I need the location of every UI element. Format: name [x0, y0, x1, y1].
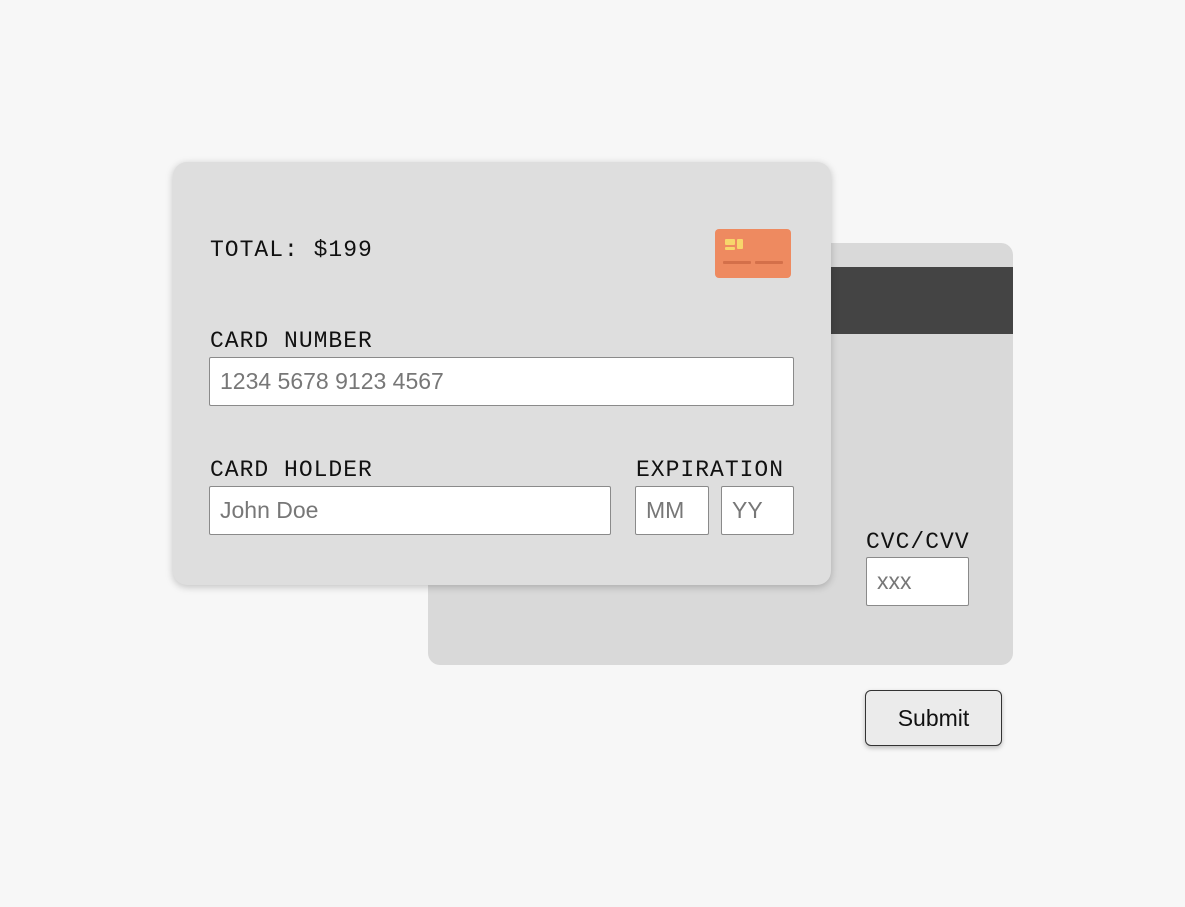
expiration-month-input[interactable]	[635, 486, 709, 535]
expiration-year-input[interactable]	[721, 486, 794, 535]
total-amount: TOTAL: $199	[210, 237, 373, 263]
credit-card-icon	[715, 229, 791, 278]
submit-button[interactable]: Submit	[865, 690, 1002, 746]
expiration-label: EXPIRATION	[636, 457, 785, 483]
card-holder-input[interactable]	[209, 486, 611, 535]
cvc-input[interactable]	[866, 557, 969, 606]
payment-form: CVC/CVV TOTAL: $199 CARD NUMBER CARD HOL…	[0, 0, 1185, 907]
card-number-label: CARD NUMBER	[210, 328, 373, 354]
card-number-input[interactable]	[209, 357, 794, 406]
card-holder-label: CARD HOLDER	[210, 457, 373, 483]
card-front: TOTAL: $199 CARD NUMBER CARD HOLDER EXPI…	[173, 162, 831, 585]
cvc-label: CVC/CVV	[866, 529, 970, 555]
